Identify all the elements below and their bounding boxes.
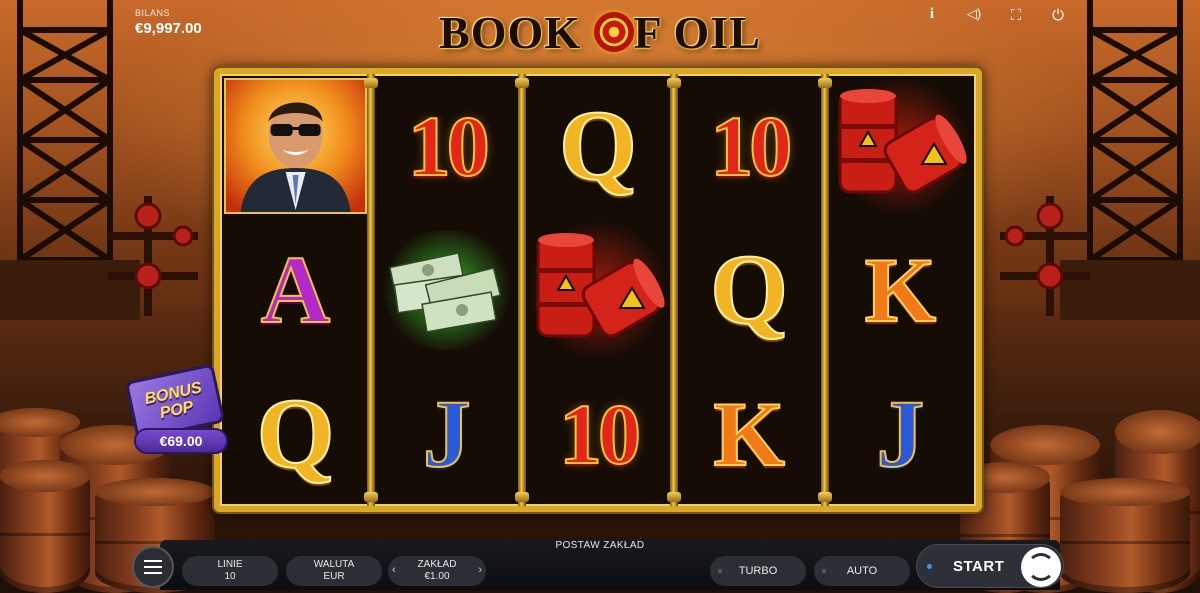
bonus-pop-amount: €69.00 <box>134 428 228 454</box>
symbol-10: 10 <box>558 386 642 482</box>
reel-grid: 10 Q 10 A Q K Q J 10 K J <box>220 74 976 506</box>
info-icon[interactable]: i <box>922 6 942 24</box>
symbol-k: K <box>864 239 938 341</box>
logo-o-target-icon <box>593 12 634 52</box>
oil-barrel-icon <box>536 233 665 338</box>
sound-icon[interactable]: ◁) <box>964 6 984 24</box>
balance-display: BILANS €9,997.00 <box>135 8 202 37</box>
symbol-oil-barrels <box>825 74 976 218</box>
currency-value: EUR <box>323 571 345 582</box>
symbol-j: J <box>875 380 925 487</box>
auto-label: AUTO <box>846 565 878 577</box>
spin-icon[interactable] <box>1021 547 1061 587</box>
turbo-indicator <box>718 569 722 573</box>
reel-separator <box>515 74 530 506</box>
menu-icon-line <box>144 566 162 568</box>
pipe-valve-left <box>108 196 198 316</box>
auto-indicator <box>822 569 826 573</box>
balance-label: BILANS <box>135 8 171 18</box>
cash-stack-icon <box>377 230 516 350</box>
start-label: START <box>953 558 1005 575</box>
symbol-a: A <box>260 236 331 343</box>
barrel-decor <box>0 460 90 593</box>
symbol-10: 10 <box>709 98 793 194</box>
symbol-10: 10 <box>407 98 491 194</box>
balance-value: €9,997.00 <box>135 20 202 37</box>
bet-selector: ‹ ZAKŁAD €1.00 › <box>388 556 486 586</box>
symbol-cash <box>371 218 522 362</box>
bet-value: €1.00 <box>424 571 450 582</box>
turbo-label: TURBO <box>738 565 778 577</box>
start-button[interactable]: START <box>916 544 1064 588</box>
agent-portrait-icon <box>224 78 368 214</box>
reel-frame: 10 Q 10 A Q K Q J 10 K J <box>214 68 982 512</box>
oil-barrel-icon <box>838 89 967 194</box>
symbol-j: J <box>422 380 472 487</box>
turbo-button[interactable]: TURBO <box>710 556 806 586</box>
fullscreen-icon[interactable]: ⛶ <box>1006 6 1026 24</box>
pipe-valve-right <box>1000 196 1090 316</box>
bet-label: ZAKŁAD <box>417 559 457 570</box>
start-indicator <box>927 564 932 569</box>
lines-label: LINIE <box>217 559 243 570</box>
symbol-agent-portrait <box>220 74 371 218</box>
reel-separator <box>817 74 832 506</box>
menu-icon-line <box>144 560 162 562</box>
menu-button[interactable] <box>132 546 174 588</box>
menu-icon-line <box>144 572 162 574</box>
symbol-q: Q <box>558 90 638 201</box>
bet-decrease-button[interactable]: ‹ <box>392 564 396 576</box>
reel-separator <box>666 74 681 506</box>
lines-value: 10 <box>224 571 236 582</box>
logo-text-right: F OIL <box>633 7 761 58</box>
currency-selector[interactable]: WALUTA EUR <box>286 556 382 586</box>
game-logo: BOOK F OIL <box>410 4 790 62</box>
symbol-q: Q <box>256 378 336 489</box>
barrel-decor <box>1060 478 1190 593</box>
symbol-q: Q <box>709 234 789 345</box>
reel-separator <box>364 74 379 506</box>
bet-increase-button[interactable]: › <box>478 564 482 576</box>
symbol-oil-barrels <box>522 218 673 362</box>
bonus-pop-widget[interactable]: BONUS POP €69.00 <box>124 363 228 464</box>
currency-label: WALUTA <box>313 559 355 570</box>
symbol-k: K <box>712 383 786 485</box>
top-toolbar: i ◁) ⛶ ⏻ <box>922 6 1068 24</box>
lines-selector[interactable]: LINIE 10 <box>182 556 278 586</box>
logo-text-left: BOOK <box>439 7 594 58</box>
power-icon[interactable]: ⏻ <box>1048 6 1068 24</box>
auto-button[interactable]: AUTO <box>814 556 910 586</box>
